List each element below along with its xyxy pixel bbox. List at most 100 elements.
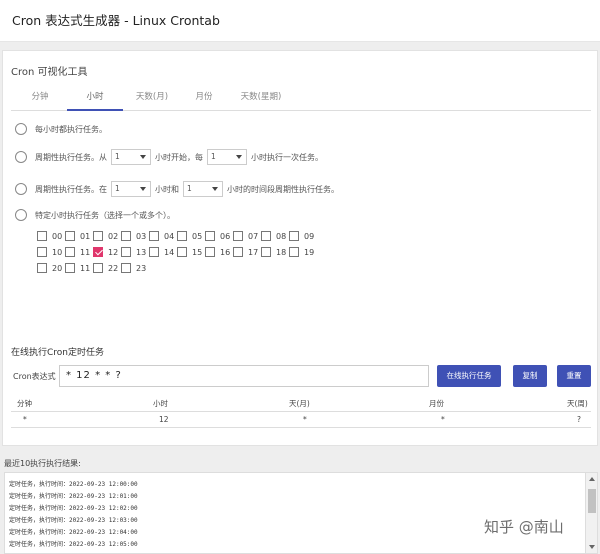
- hour-checkbox-18[interactable]: 18: [261, 247, 286, 257]
- hour-checkbox-08[interactable]: 08: [261, 231, 286, 241]
- tab-minute[interactable]: 分钟: [11, 85, 69, 111]
- page-title: Cron 表达式生成器 - Linux Crontab: [12, 13, 220, 28]
- checkbox[interactable]: [289, 247, 299, 257]
- hour-checkbox-10[interactable]: 10: [37, 247, 62, 257]
- scrollbar-thumb[interactable]: [588, 489, 596, 513]
- checkbox[interactable]: [121, 231, 131, 241]
- hour-checkbox-04[interactable]: 04: [149, 231, 174, 241]
- checkbox[interactable]: [37, 231, 47, 241]
- hour-label: 09: [304, 231, 315, 241]
- hour-label: 07: [248, 231, 259, 241]
- run-results-log[interactable]: 定时任务，执行时间：2022-09-23 12:00:00 定时任务，执行时间：…: [4, 472, 598, 554]
- checkbox[interactable]: [65, 247, 75, 257]
- cron-expression-input[interactable]: * 12 * * ?: [59, 365, 429, 387]
- hour-checkbox-11[interactable]: 11: [65, 247, 90, 257]
- hour-label: 19: [304, 247, 315, 257]
- hour-checkbox-03[interactable]: 03: [121, 231, 146, 241]
- hour-checkbox-14[interactable]: 14: [149, 247, 174, 257]
- checkbox[interactable]: [261, 231, 271, 241]
- hour-checkbox-07[interactable]: 07: [233, 231, 258, 241]
- checkbox[interactable]: [177, 231, 187, 241]
- hour-checkbox-06[interactable]: 06: [205, 231, 230, 241]
- radio-range[interactable]: [15, 183, 27, 195]
- checkbox[interactable]: [121, 247, 131, 257]
- hour-label: 03: [136, 231, 147, 241]
- hour-checkbox-02[interactable]: 02: [93, 231, 118, 241]
- checkbox[interactable]: [233, 231, 243, 241]
- checkbox[interactable]: [65, 231, 75, 241]
- chevron-down-icon: [140, 155, 146, 159]
- log-line: 定时任务，执行时间：2022-09-23 12:04:00: [9, 529, 138, 536]
- hour-checkbox-12[interactable]: 12: [93, 247, 118, 257]
- hour-checkbox-05[interactable]: 05: [177, 231, 202, 241]
- checkbox[interactable]: [233, 247, 243, 257]
- checkbox[interactable]: [177, 247, 187, 257]
- cron-tool-card: Cron 可视化工具 分钟 小时 天数(月) 月份 天数(星期) 每小时都执行任…: [2, 50, 598, 446]
- checkbox[interactable]: [289, 231, 299, 241]
- hour-label: 18: [276, 247, 287, 257]
- checkbox[interactable]: [37, 263, 47, 273]
- hour-checkbox-20[interactable]: 20: [37, 263, 62, 273]
- hour-label: 16: [220, 247, 231, 257]
- hour-label: 20: [52, 263, 63, 273]
- radio-cycle[interactable]: [15, 151, 27, 163]
- checkbox[interactable]: [65, 263, 75, 273]
- chevron-down-icon: [212, 187, 218, 191]
- reset-button[interactable]: 重置: [557, 365, 591, 387]
- option-every-hour[interactable]: 每小时都执行任务。: [15, 123, 107, 135]
- checkbox[interactable]: [121, 263, 131, 273]
- cycle-start-select[interactable]: 1: [111, 149, 151, 165]
- tab-day-of-month[interactable]: 天数(月): [123, 85, 181, 111]
- option-range[interactable]: 周期性执行任务。在 1 小时和 1 小时的时间段周期性执行任务。: [15, 181, 339, 197]
- tab-day-of-week[interactable]: 天数(星期): [227, 85, 295, 111]
- radio-every-hour[interactable]: [15, 123, 27, 135]
- hour-checkbox-00[interactable]: 00: [37, 231, 62, 241]
- cron-expression-label: Cron表达式: [13, 372, 56, 381]
- option-cycle[interactable]: 周期性执行任务。从 1 小时开始，每 1 小时执行一次任务。: [15, 149, 323, 165]
- hour-checkbox-17[interactable]: 17: [233, 247, 258, 257]
- radio-specific[interactable]: [15, 209, 27, 221]
- log-line: 定时任务，执行时间：2022-09-23 12:02:00: [9, 505, 138, 512]
- tab-hour[interactable]: 小时: [67, 85, 123, 111]
- hour-checkbox-21[interactable]: 11: [65, 263, 90, 273]
- checkbox[interactable]: [205, 247, 215, 257]
- range-to-select[interactable]: 1: [183, 181, 223, 197]
- hour-checkbox-01[interactable]: 01: [65, 231, 90, 241]
- checkbox[interactable]: [37, 247, 47, 257]
- log-line: 定时任务，执行时间：2022-09-23 12:01:00: [9, 493, 138, 500]
- option-specific-label: 特定小时执行任务（选择一个或多个）。: [35, 210, 175, 220]
- checkbox[interactable]: [93, 263, 103, 273]
- hour-checkbox-13[interactable]: 13: [121, 247, 146, 257]
- table-cell-minute: *: [23, 415, 27, 424]
- checkbox[interactable]: [261, 247, 271, 257]
- checkbox[interactable]: [205, 231, 215, 241]
- hour-label: 04: [164, 231, 175, 241]
- hour-checkbox-16[interactable]: 16: [205, 247, 230, 257]
- hour-label: 11: [80, 247, 91, 257]
- scroll-up-icon[interactable]: [589, 477, 595, 481]
- cycle-step-select[interactable]: 1: [207, 149, 247, 165]
- hour-label: 11: [80, 263, 91, 273]
- copy-button[interactable]: 复制: [513, 365, 547, 387]
- run-task-button[interactable]: 在线执行任务: [437, 365, 501, 387]
- cycle-label-pre: 周期性执行任务。从: [35, 152, 107, 162]
- hour-checkbox-15[interactable]: 15: [177, 247, 202, 257]
- checkbox[interactable]: [93, 231, 103, 241]
- hour-checkbox-19[interactable]: 19: [289, 247, 314, 257]
- tool-subtitle: Cron 可视化工具: [11, 67, 88, 78]
- log-line: 定时任务，执行时间：2022-09-23 12:03:00: [9, 517, 138, 524]
- log-scrollbar[interactable]: [585, 473, 597, 553]
- option-specific[interactable]: 特定小时执行任务（选择一个或多个）。: [15, 209, 175, 221]
- checkbox[interactable]: [149, 231, 159, 241]
- hour-checkbox-09[interactable]: 09: [289, 231, 314, 241]
- tab-month[interactable]: 月份: [181, 85, 227, 111]
- hour-checkbox-23[interactable]: 23: [121, 263, 146, 273]
- range-from-select[interactable]: 1: [111, 181, 151, 197]
- checkbox[interactable]: [149, 247, 159, 257]
- watermark: 知乎 @南山: [484, 518, 564, 536]
- hour-checkbox-22[interactable]: 22: [93, 263, 118, 273]
- range-label-pre: 周期性执行任务。在: [35, 184, 107, 194]
- cycle-label-post: 小时执行一次任务。: [251, 152, 323, 162]
- scroll-down-icon[interactable]: [589, 545, 595, 549]
- checkbox-checked[interactable]: [93, 247, 103, 257]
